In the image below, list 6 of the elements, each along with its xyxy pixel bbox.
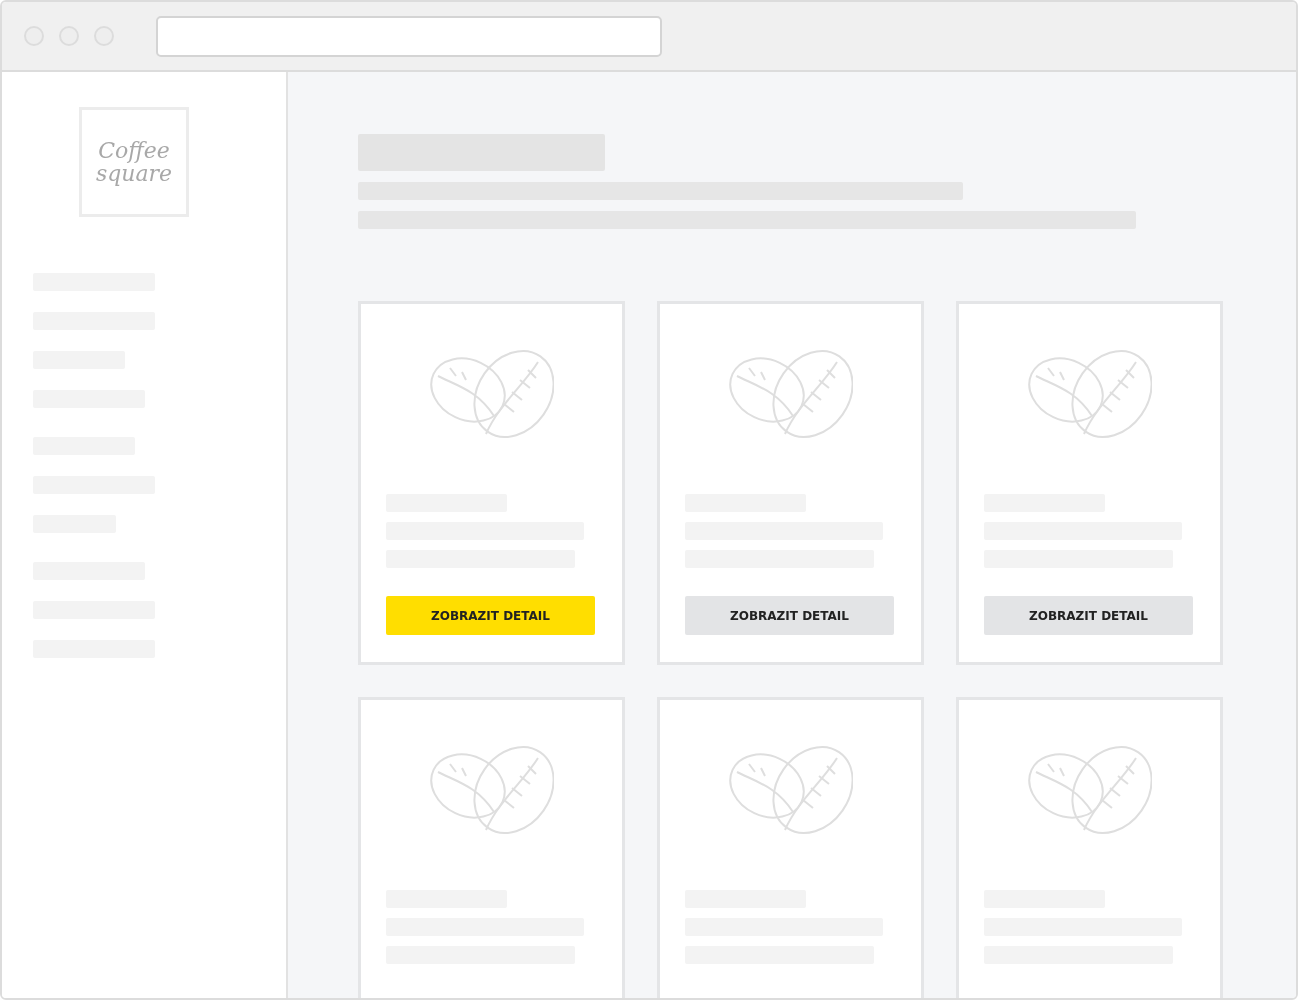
detail-button[interactable]: ZOBRAZIT DETAIL <box>685 596 894 635</box>
logo-text: Coffee <box>98 139 170 162</box>
logo-text: square <box>95 162 173 185</box>
address-field[interactable] <box>156 15 662 57</box>
detail-button[interactable]: ZOBRAZIT DETAIL <box>386 596 595 635</box>
detail-button[interactable]: ZOBRAZIT DETAIL <box>984 596 1193 635</box>
